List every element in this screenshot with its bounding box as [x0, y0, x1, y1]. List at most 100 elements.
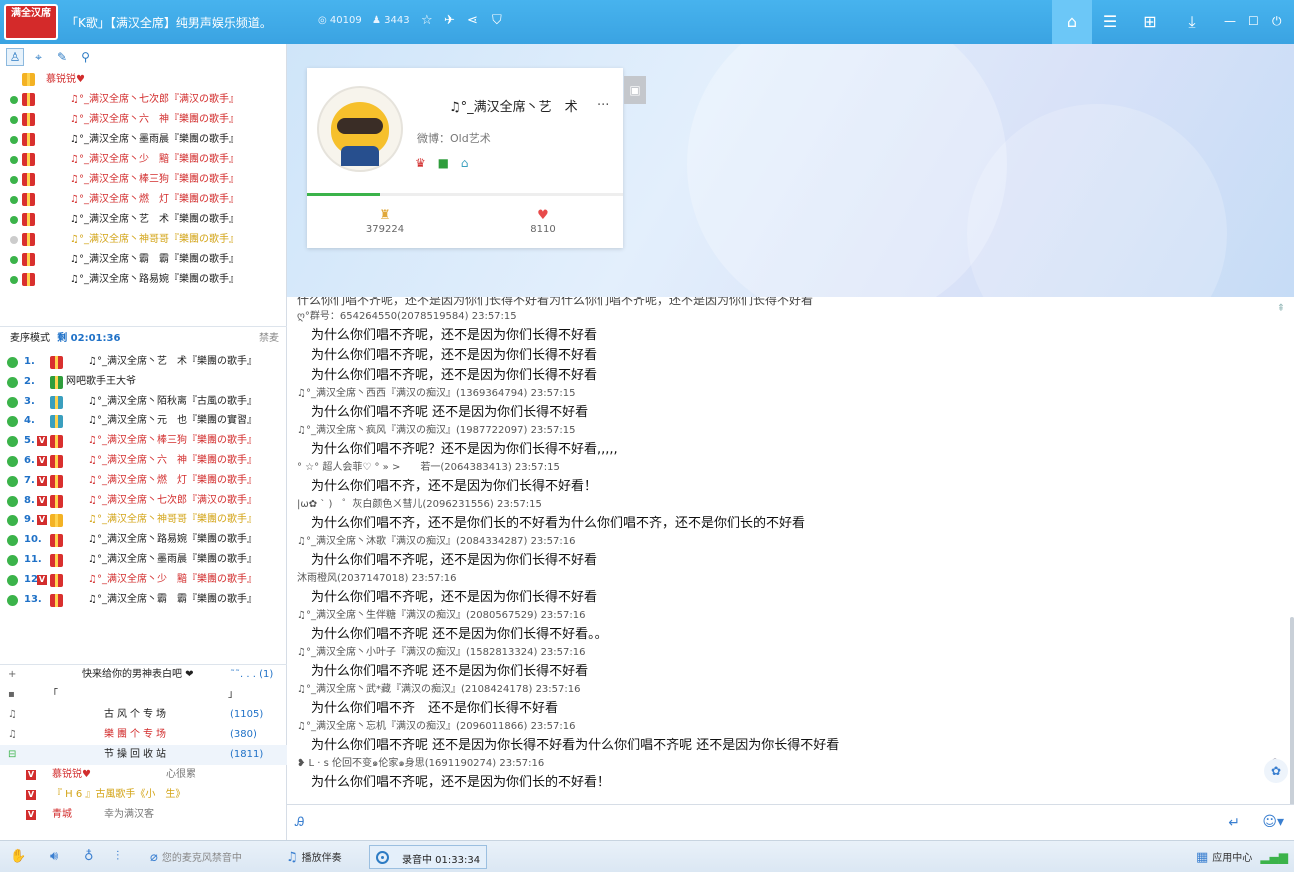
queue-item[interactable]: 1. ♫°_满汉全席丶艺 术『樂團の歌手』 — [0, 352, 287, 372]
singer-progress-fill — [307, 193, 380, 196]
avatar[interactable] — [317, 86, 403, 172]
chat-message-text: 为什么你们唱不齐呢，还不是因为你们长得不好看 — [311, 553, 598, 568]
vip-icon: V — [37, 475, 47, 486]
chat-sender[interactable]: ♫°_满汉全席丶西西『满汉の痴汉』(1369364794) 23:57:15 — [297, 384, 575, 399]
mic-list-item[interactable]: ♫°_满汉全席丶艺 术『樂團の歌手』 — [0, 210, 286, 230]
plane-icon[interactable]: ✈ — [444, 13, 455, 28]
flower-icon[interactable]: ✿ — [1264, 759, 1288, 783]
queue-item[interactable]: 4. ♫°_满汉全席丶元 也『樂團の實習』 — [0, 411, 287, 431]
singer-name[interactable]: ♫°_满汉全席丶艺 术 — [449, 96, 578, 115]
crown-icon: ♛ — [415, 156, 426, 170]
download-icon[interactable]: ⤓ — [1172, 0, 1212, 44]
mic-list-item[interactable]: ♫°_满汉全席丶七次郎『满汉の歌手』 — [0, 90, 286, 110]
queue-name: ♫°_满汉全席丶燃 灯『樂團の歌手』 — [88, 474, 257, 486]
badge-row: ♛ ■ ⌂ — [415, 156, 468, 170]
mic-list-item[interactable]: ♫°_满汉全席丶少 黯『樂團の歌手』 — [0, 150, 286, 170]
home-icon[interactable]: ⌂ — [1052, 0, 1092, 44]
score-stat[interactable]: ♜ 379224 — [357, 208, 413, 235]
queue-item[interactable]: 2. 网吧歌手王大爷 — [0, 372, 287, 392]
queue-item[interactable]: 5. V ♫°_满汉全席丶棒三狗『樂團の歌手』 — [0, 431, 287, 451]
queue-item[interactable]: 13. ♫°_满汉全席丶霸 霸『樂團の歌手』 — [0, 590, 287, 610]
status-dot — [10, 216, 18, 224]
queue-item[interactable]: 7. V ♫°_满汉全席丶燃 灯『樂團の歌手』 — [0, 471, 287, 491]
channel-user[interactable]: V 『 H 6 』古風歌手《小 生》 — [0, 785, 287, 805]
mic-list-name: ♫°_满汉全席丶路易婉『樂團の歌手』 — [70, 274, 239, 285]
queue-item[interactable]: 8. V ♫°_满汉全席丶七次郎『满汉の歌手』 — [0, 491, 287, 511]
mic-list-item[interactable]: ♫°_满汉全席丶燃 灯『樂團の歌手』 — [0, 190, 286, 210]
weibo-link[interactable]: 微博：Old艺术 — [417, 130, 491, 146]
minimize-icon[interactable]: — — [1224, 14, 1236, 28]
channel-user[interactable]: V 青城 幸为满汉客 — [0, 805, 287, 825]
edit-icon[interactable]: ✎ — [53, 48, 71, 66]
image-toggle-icon[interactable]: ▣ — [624, 76, 646, 104]
star-icon[interactable]: ☆ — [421, 13, 433, 28]
share-icon[interactable]: ⋖ — [467, 13, 478, 28]
queue-item[interactable]: 11. ♫°_满汉全席丶墨雨晨『樂團の歌手』 — [0, 550, 287, 570]
chat-sender[interactable]: ° ☆° 超人会菲♡ ° » > 若一(2064383413) 23:57:15 — [297, 458, 560, 473]
mic-list-name: ♫°_满汉全席丶七次郎『满汉の歌手』 — [70, 94, 239, 105]
chat-sender[interactable]: 沐雨橙风(2037147018) 23:57:16 — [297, 569, 457, 584]
gift-icon — [50, 573, 63, 587]
list-icon[interactable]: ☰ — [1090, 0, 1130, 44]
chat-sender[interactable]: ♫°_满汉全席丶疯风『满汉の痴汉』(1987722097) 23:57:15 — [297, 421, 575, 436]
send-icon[interactable]: ↵ — [1228, 815, 1240, 831]
vip-icon: V — [37, 436, 47, 447]
game-icon[interactable]: ⊞ — [1130, 0, 1170, 44]
app-center-button[interactable]: ▦ 应用中心 — [1196, 849, 1252, 865]
channel-headline[interactable]: + 快来给你的男神表白吧 ❤ ˜˜. . . (1) — [0, 665, 287, 685]
user-icon[interactable]: ♙ — [6, 48, 24, 66]
queue-name: ♫°_满汉全席丶少 黯『樂團の歌手』 — [88, 573, 257, 585]
chat-sender[interactable]: |ω✿ ` ) ゜灰白颜色ㄨ彗儿(2096231556) 23:57:15 — [297, 495, 542, 510]
font-icon[interactable]: Ꭿ — [295, 815, 304, 830]
chat-sender[interactable]: ♫°_满汉全席丶小叶子『满汉の痴汉』(1582813324) 23:57:16 — [297, 643, 585, 658]
mic-list-item[interactable]: ♫°_满汉全席丶墨雨晨『樂團の歌手』 — [0, 130, 286, 150]
power-icon[interactable]: ⏻ — [1272, 14, 1282, 29]
queue-item[interactable]: 3. ♫°_满汉全席丶陌秋离『古風の歌手』 — [0, 392, 287, 412]
equalizer-icon[interactable]: ⫶ — [116, 849, 119, 864]
likes-stat[interactable]: ♥ 8110 — [515, 208, 571, 235]
accompany-button[interactable]: ♫ 播放伴奏 — [286, 849, 342, 865]
mic-muted-icon[interactable]: ⌀ 您的麦克风禁音中 — [150, 849, 242, 865]
chat-sender[interactable]: ღ°群号：654264550(2078519584) 23:57:15 — [297, 307, 517, 322]
chat-input-bar[interactable]: Ꭿ ↵ ☺▾ — [287, 804, 1294, 840]
gesture-icon[interactable]: ✋ — [10, 849, 26, 864]
member-count: ♟ 3443 — [372, 15, 410, 26]
ban-mic-button[interactable]: 禁麦 — [259, 327, 279, 351]
gift-icon — [22, 213, 35, 226]
speaker-icon[interactable]: 🔊︎ — [50, 849, 58, 864]
shield-icon[interactable]: ⛉ — [492, 13, 502, 28]
mic-settings-icon[interactable]: ♁ — [84, 849, 94, 864]
queue-item[interactable]: 10. ♫°_满汉全席丶路易婉『樂團の歌手』 — [0, 530, 287, 550]
channel-user[interactable]: V 慕锐锐♥ 心很累 — [0, 765, 287, 785]
queue-badge-icon — [7, 515, 18, 527]
mic-list-item[interactable]: ♫°_满汉全席丶棒三狗『樂團の歌手』 — [0, 170, 286, 190]
location-icon[interactable]: ⌖ — [30, 48, 48, 66]
mic-list-item[interactable]: ♫°_满汉全席丶六 神『樂團の歌手』 — [0, 110, 286, 130]
chat-sender[interactable]: ♫°_满汉全席丶生伴糖『满汉の痴汉』(2080567529) 23:57:16 — [297, 606, 585, 621]
sub-channel-item[interactable]: ♫ 古风个专场 (1105) — [0, 705, 287, 725]
plus-icon[interactable]: + — [8, 665, 16, 685]
queue-badge-icon — [7, 396, 18, 408]
host-gift-icon — [22, 73, 35, 86]
queue-list: 1. ♫°_满汉全席丶艺 术『樂團の歌手』 2. 网吧歌手王大爷 3. ♫°_满汉全席丶陌… — [0, 352, 287, 609]
emoji-icon[interactable]: ☺▾ — [1262, 814, 1284, 830]
sub-channel-item[interactable]: ⊟ 节操回收站 (1811) — [0, 745, 287, 765]
sub-channel-item[interactable]: ♫ 樂團个专场 (380) — [0, 725, 287, 745]
chat-sender[interactable]: ♫°_满汉全席丶武*藏『满汉の痴汉』(2108424178) 23:57:16 — [297, 680, 580, 695]
mic-list-item[interactable]: ♫°_满汉全席丶神哥哥『樂團の歌手』 — [0, 230, 286, 250]
bg-bubble — [687, 44, 1007, 297]
chat-scrollbar[interactable] — [1290, 617, 1294, 804]
chat-sender[interactable]: ❥ L · s 伦回不变๑伦家๑身思(1691190274) 23:57:16 — [297, 754, 544, 771]
queue-item[interactable]: 12. V ♫°_满汉全席丶少 黯『樂團の歌手』 — [0, 570, 287, 590]
host-row[interactable]: 慕锐锐♥ — [0, 70, 286, 90]
scroll-top-icon[interactable]: ⇞ — [1274, 303, 1288, 319]
recording-button[interactable]: 录音中 01:33:34 — [369, 845, 487, 869]
mic-list-item[interactable]: ♫°_满汉全席丶霸 霸『樂團の歌手』 — [0, 250, 286, 270]
chat-sender[interactable]: ♫°_满汉全席丶沐歌『满汉の痴汉』(2084334287) 23:57:16 — [297, 532, 575, 547]
search-icon[interactable]: ⚲ — [77, 48, 95, 66]
queue-item[interactable]: 9. V ♫°_满汉全席丶神哥哥『樂團の歌手』 — [0, 510, 287, 530]
queue-item[interactable]: 6. V ♫°_满汉全席丶六 神『樂團の歌手』 — [0, 451, 287, 471]
mic-list-item[interactable]: ♫°_满汉全席丶路易婉『樂團の歌手』 — [0, 270, 286, 290]
maximize-icon[interactable]: ☐ — [1248, 14, 1259, 28]
chat-sender[interactable]: ♫°_满汉全席丶忘机『满汉の痴汉』(2096011866) 23:57:16 — [297, 717, 575, 732]
